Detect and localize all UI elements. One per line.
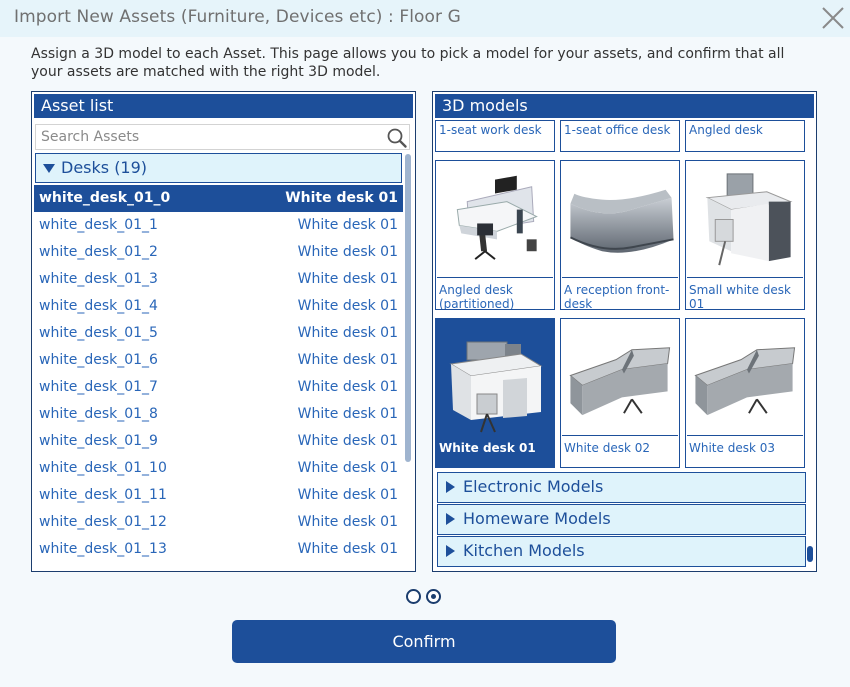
- model-tile[interactable]: White desk 03: [685, 318, 805, 468]
- model-label: 1-seat office desk: [564, 123, 671, 137]
- confirm-button[interactable]: Confirm: [232, 620, 616, 663]
- page-dot-2[interactable]: [426, 589, 441, 604]
- group-homeware-models[interactable]: Homeware Models: [437, 504, 806, 535]
- model-label: White desk 03: [689, 441, 775, 455]
- asset-row[interactable]: white_desk_01_1 White desk 01: [34, 212, 403, 239]
- angled-desk-partitioned-thumbnail: [437, 162, 553, 278]
- asset-row[interactable]: white_desk_01_5 White desk 01: [34, 320, 403, 347]
- asset-model: White desk 01: [297, 487, 398, 503]
- asset-name: white_desk_01_5: [39, 325, 158, 341]
- asset-name: white_desk_01_4: [39, 298, 158, 314]
- model-tile[interactable]: White desk 02: [560, 318, 680, 468]
- page-indicator: [406, 589, 446, 605]
- asset-name: white_desk_01_1: [39, 217, 158, 233]
- asset-model: White desk 01: [297, 460, 398, 476]
- asset-model: White desk 01: [297, 271, 398, 287]
- asset-model: White desk 01: [297, 379, 398, 395]
- asset-row[interactable]: white_desk_01_10 White desk 01: [34, 455, 403, 482]
- model-label: White desk 01: [439, 441, 536, 455]
- model-tile[interactable]: Angled desk: [685, 120, 805, 152]
- asset-model: White desk 01: [297, 217, 398, 233]
- model-tile[interactable]: White desk 01: [435, 318, 555, 468]
- asset-model: White desk 01: [297, 541, 398, 557]
- asset-name: white_desk_01_9: [39, 433, 158, 449]
- white-desk-02-thumbnail: [562, 320, 678, 436]
- model-tile[interactable]: 1-seat work desk: [435, 120, 555, 152]
- group-label: Electronic Models: [463, 477, 604, 496]
- asset-model: White desk 01: [297, 325, 398, 341]
- model-label: Angled desk (partitioned): [439, 283, 515, 310]
- white-desk-01-thumbnail: [437, 320, 553, 436]
- asset-row[interactable]: white_desk_01_6 White desk 01: [34, 347, 403, 374]
- asset-list-scrollbar[interactable]: [405, 154, 411, 462]
- group-kitchen-models[interactable]: Kitchen Models: [437, 536, 806, 567]
- asset-name: white_desk_01_13: [39, 541, 167, 557]
- asset-name: white_desk_01_11: [39, 487, 167, 503]
- page-dot-1[interactable]: [406, 589, 421, 604]
- search-box: [35, 124, 410, 150]
- asset-row[interactable]: white_desk_01_3 White desk 01: [34, 266, 403, 293]
- asset-model: White desk 01: [297, 406, 398, 422]
- model-label: A reception front-desk: [564, 283, 670, 310]
- model-tile[interactable]: A reception front-desk: [560, 160, 680, 310]
- asset-model: White desk 01: [297, 298, 398, 314]
- model-tile[interactable]: Angled desk (partitioned): [435, 160, 555, 310]
- group-label: Kitchen Models: [463, 541, 585, 560]
- models-header: 3D models: [435, 94, 814, 118]
- asset-name: white_desk_01_10: [39, 460, 167, 476]
- model-label: 1-seat work desk: [439, 123, 542, 137]
- reception-desk-thumbnail: [562, 162, 678, 278]
- model-label: Small white desk 01: [689, 283, 791, 310]
- asset-list-panel: Asset list Desks (19) white_desk_01_0 Whi…: [31, 91, 416, 572]
- asset-row[interactable]: white_desk_01_11 White desk 01: [34, 482, 403, 509]
- asset-row[interactable]: white_desk_01_12 White desk 01: [34, 509, 403, 536]
- model-label: White desk 02: [564, 441, 650, 455]
- asset-model: White desk 01: [285, 190, 398, 206]
- asset-name: white_desk_01_6: [39, 352, 158, 368]
- asset-row[interactable]: white_desk_01_0 White desk 01: [34, 185, 403, 212]
- title-bar: Import New Assets (Furniture, Devices et…: [0, 0, 850, 37]
- white-desk-03-thumbnail: [687, 320, 803, 436]
- asset-model: White desk 01: [297, 244, 398, 260]
- asset-model: White desk 01: [297, 352, 398, 368]
- asset-row[interactable]: white_desk_01_2 White desk 01: [34, 239, 403, 266]
- models-scrollbar[interactable]: [807, 546, 813, 562]
- asset-row[interactable]: white_desk_01_8 White desk 01: [34, 401, 403, 428]
- models-panel: 3D models 1-seat work desk 1-seat office…: [432, 91, 817, 572]
- asset-name: white_desk_01_2: [39, 244, 158, 260]
- close-icon[interactable]: [818, 3, 848, 33]
- search-input[interactable]: [36, 125, 376, 149]
- group-desks-label: Desks (19): [61, 158, 148, 177]
- expand-down-icon: [43, 164, 55, 173]
- asset-list: white_desk_01_0 White desk 01 white_desk_…: [34, 185, 403, 563]
- group-desks[interactable]: Desks (19): [35, 153, 402, 183]
- group-label: Homeware Models: [463, 509, 611, 528]
- model-label: Angled desk: [689, 123, 763, 137]
- expand-right-icon: [446, 513, 455, 525]
- small-white-desk-thumbnail: [687, 162, 803, 278]
- asset-model: White desk 01: [297, 433, 398, 449]
- asset-row[interactable]: white_desk_01_13 White desk 01: [34, 536, 403, 563]
- asset-name: white_desk_01_8: [39, 406, 158, 422]
- asset-row[interactable]: white_desk_01_7 White desk 01: [34, 374, 403, 401]
- model-tile[interactable]: 1-seat office desk: [560, 120, 680, 152]
- asset-row[interactable]: white_desk_01_9 White desk 01: [34, 428, 403, 455]
- asset-name: white_desk_01_0: [39, 190, 171, 206]
- window-title: Import New Assets (Furniture, Devices et…: [14, 7, 461, 27]
- group-electronic-models[interactable]: Electronic Models: [437, 472, 806, 503]
- expand-right-icon: [446, 545, 455, 557]
- asset-row[interactable]: white_desk_01_4 White desk 01: [34, 293, 403, 320]
- asset-list-header: Asset list: [34, 94, 413, 118]
- model-tile[interactable]: Small white desk 01: [685, 160, 805, 310]
- asset-name: white_desk_01_3: [39, 271, 158, 287]
- search-icon[interactable]: [386, 127, 408, 149]
- asset-name: white_desk_01_12: [39, 514, 167, 530]
- expand-right-icon: [446, 481, 455, 493]
- asset-model: White desk 01: [297, 514, 398, 530]
- asset-name: white_desk_01_7: [39, 379, 158, 395]
- page-description: Assign a 3D model to each Asset. This pa…: [31, 46, 785, 80]
